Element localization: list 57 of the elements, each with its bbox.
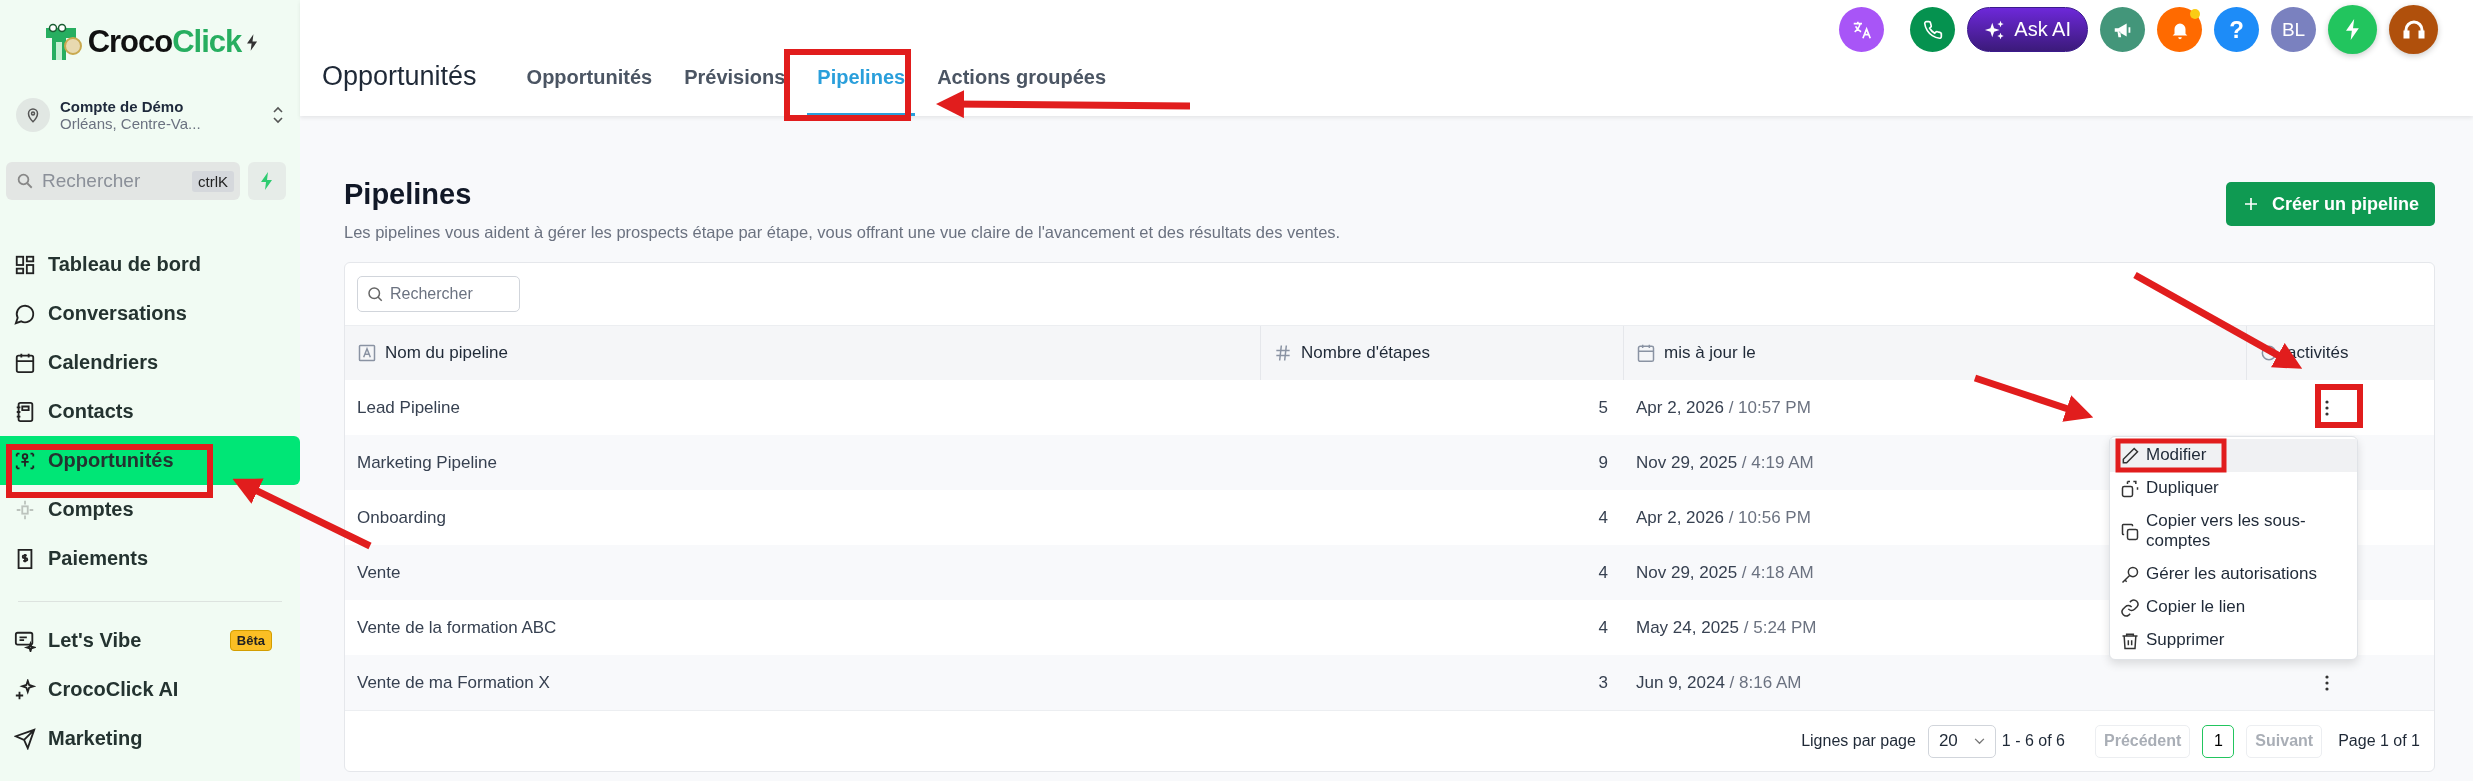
table-cell: Vente de la formation ABC — [357, 617, 557, 638]
table-cell: May 24, 2025 / 5:24 PM — [1636, 617, 1817, 638]
table-cell: Vente — [357, 562, 401, 583]
table-cell: Nov 29, 2025 / 4:18 AM — [1636, 562, 1814, 583]
shortcut-hint: ctrlK — [192, 170, 234, 192]
table-cell: Vente de ma Formation X — [357, 672, 550, 693]
tab[interactable]: Actions groupées — [927, 66, 1117, 116]
ask-ai-button[interactable]: Ask AI — [1967, 7, 2088, 52]
menu-item[interactable]: Gérer les autorisations — [2110, 557, 2357, 591]
brand-name: CrocoClick — [87, 24, 242, 60]
column-header[interactable]: Nom du pipeline — [345, 326, 1261, 380]
tab[interactable]: Prévisions — [674, 66, 796, 116]
section-title: Pipelines — [344, 178, 473, 211]
column-header[interactable]: mis à jour le — [1624, 326, 2247, 380]
table-cell: Apr 2, 2026 / 10:56 PM — [1636, 507, 1811, 528]
table-cell: Nov 29, 2025 / 4:19 AM — [1636, 452, 1814, 473]
table-cell: Onboarding — [357, 507, 446, 528]
account-location: Orléans, Centre-Va... — [60, 115, 202, 132]
table-cell: Apr 2, 2026 / 10:57 PM — [1636, 397, 1811, 418]
sidebar-item[interactable]: Conversations — [0, 289, 300, 338]
search-field[interactable]: Rechercher ctrlK — [6, 162, 240, 200]
sidebar-item[interactable]: Marketing — [0, 714, 300, 763]
tab[interactable]: Opportunités — [516, 66, 663, 116]
beta-badge: Bêta — [229, 630, 272, 651]
section-description: Les pipelines vous aident à gérer les prospects étape par étape, vous offrant une vue claire de l'avancement et des résultats des ventes. — [344, 223, 1341, 242]
rows-per-page-label: Lignes par page — [1801, 732, 1916, 750]
menu-item[interactable]: Dupliquer — [2110, 472, 2357, 505]
sidebar-item[interactable]: CrocoClick AI — [0, 665, 300, 714]
table-cell: 4 — [1598, 617, 1608, 638]
page-title: Opportunités — [322, 61, 477, 93]
menu-item[interactable]: Copier vers les sous-comptes — [2110, 505, 2357, 558]
user-avatar[interactable]: BL — [2271, 7, 2316, 52]
account-switcher[interactable]: Compte de Démo Orléans, Centre-Va... — [16, 98, 284, 132]
page-size-select[interactable]: 20 — [1927, 724, 1996, 758]
table-cell: Marketing Pipeline — [357, 452, 497, 473]
search-field[interactable]: Rechercher — [357, 276, 520, 312]
sidebar-item[interactable]: Comptes — [0, 485, 300, 534]
sidebar-item[interactable]: Let's Vibe Bêta — [0, 616, 300, 665]
table-cell: Jun 9, 2024 / 8:16 AM — [1636, 672, 1802, 693]
page-button[interactable]: 1 — [2202, 724, 2235, 758]
table-cell: 9 — [1598, 452, 1608, 473]
page-info: Page 1 of 1 — [2338, 732, 2420, 750]
table-cell: 5 — [1598, 397, 1608, 418]
menu-item[interactable]: Supprimer — [2110, 623, 2357, 657]
table-cell: Lead Pipeline — [357, 397, 461, 418]
sidebar-item[interactable]: Calendriers — [0, 338, 300, 387]
table-cell: 4 — [1598, 507, 1608, 528]
table-cell: 4 — [1598, 562, 1608, 583]
sidebar-item[interactable]: Tableau de bord — [0, 240, 300, 289]
sidebar-item[interactable]: Contacts — [0, 387, 300, 436]
sidebar-item[interactable]: Paiements — [0, 534, 300, 583]
column-header[interactable]: Nombre d'étapes — [1261, 326, 1624, 380]
menu-item[interactable]: Copier le lien — [2110, 590, 2357, 624]
table-cell: 3 — [1598, 672, 1608, 693]
page-range: 1 - 6 of 6 — [2001, 732, 2065, 750]
create-pipeline-button[interactable]: Créer un pipeline — [2225, 182, 2435, 226]
account-name: Compte de Démo — [60, 98, 185, 115]
